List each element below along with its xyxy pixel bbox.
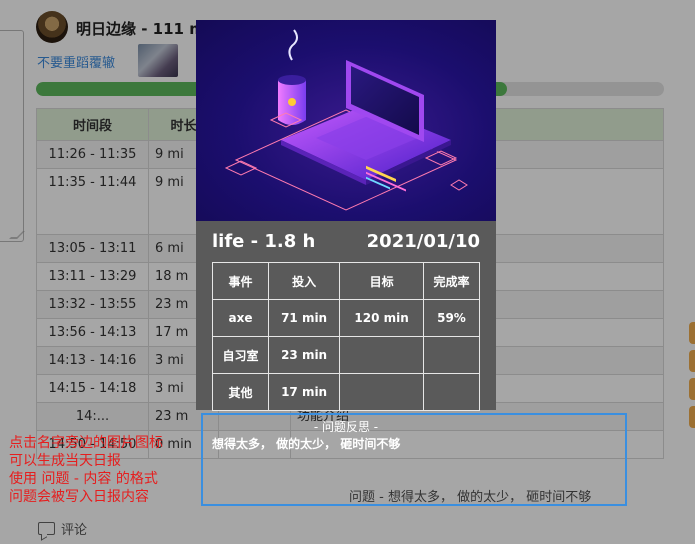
card-header: life - 1.8 h 2021/01/10 — [212, 231, 480, 252]
card-cell — [422, 373, 481, 411]
card-header-input: 投入 — [267, 262, 341, 300]
card-cell: axe — [212, 299, 269, 337]
card-cell: 59% — [422, 299, 481, 337]
card-cell — [422, 336, 481, 374]
daily-report-card: life - 1.8 h 2021/01/10 事件 投入 目标 完成率 axe… — [196, 20, 496, 411]
card-header-target: 目标 — [339, 262, 424, 300]
card-cell — [339, 336, 424, 374]
note-line: 点击名字旁边的图片图标 — [9, 435, 163, 451]
card-cell: 23 min — [267, 336, 341, 374]
card-cell: 其他 — [212, 373, 269, 411]
note-line: 问题会被写入日报内容 — [9, 489, 149, 505]
card-header-rate: 完成率 — [422, 262, 481, 300]
card-cell: 71 min — [267, 299, 341, 337]
card-title: life - 1.8 h — [212, 231, 316, 252]
card-cell: 120 min — [339, 299, 424, 337]
instruction-note: 点击名字旁边的图片图标 可以生成当天日报 使用 问题 - 内容 的格式 问题会被… — [9, 434, 163, 506]
card-date: 2021/01/10 — [366, 231, 480, 252]
note-line: 可以生成当天日报 — [9, 453, 121, 469]
card-cell: 自习室 — [212, 336, 269, 374]
card-cell: 17 min — [267, 373, 341, 411]
reflect-text-line: 问题 - 想得太多， 做的太少， 砸时间不够 — [349, 490, 592, 505]
card-summary-table: 事件 投入 目标 完成率 axe 71 min 120 min 59% 自习室 … — [212, 262, 481, 411]
card-cell — [339, 373, 424, 411]
laptop-coffee-illustration — [196, 20, 496, 221]
card-header-event: 事件 — [212, 262, 269, 300]
note-line: 使用 问题 - 内容 的格式 — [9, 471, 158, 487]
